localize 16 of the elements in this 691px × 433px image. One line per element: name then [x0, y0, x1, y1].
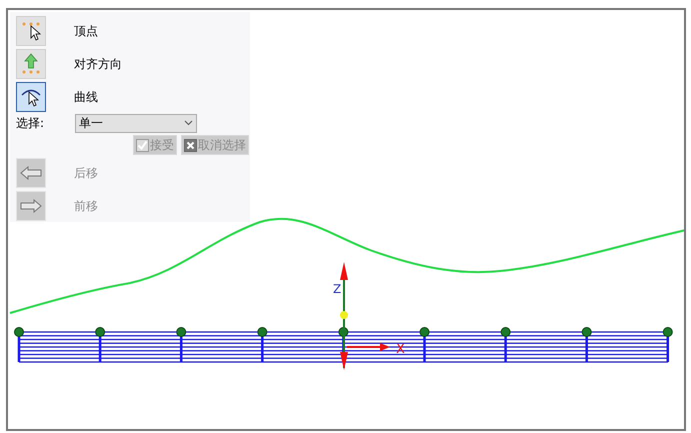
dots-pointer-icon — [20, 20, 42, 42]
chevron-down-icon — [184, 120, 193, 126]
right-arrow-icon — [20, 199, 42, 213]
select-label: 选择: — [16, 115, 46, 132]
mode-label: 顶点 — [74, 23, 98, 40]
close-icon — [184, 138, 197, 152]
left-arrow-icon — [20, 166, 42, 180]
selection-dropdown[interactable]: 单一 — [75, 114, 197, 132]
mode-label: 对齐方向 — [74, 56, 122, 73]
nav-label: 后移 — [74, 165, 98, 182]
up-arrow-dots-icon — [20, 53, 42, 75]
nav-label: 前移 — [74, 198, 98, 215]
mode-label: 曲线 — [74, 89, 98, 106]
z-axis-label: Z — [333, 282, 342, 296]
checkbox-icon — [136, 138, 149, 152]
selection-mode-button[interactable] — [16, 82, 46, 112]
